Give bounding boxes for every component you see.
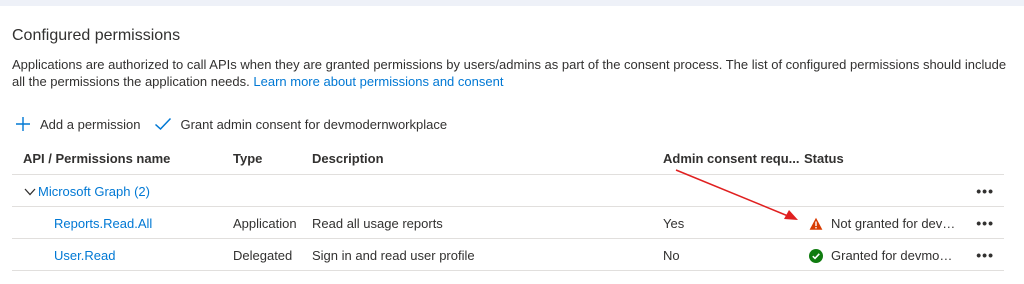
- description-line-1: Applications are authorized to call APIs…: [12, 57, 1007, 72]
- table-header: API / Permissions name Type Description …: [12, 142, 1004, 175]
- header-status[interactable]: Status: [804, 151, 844, 166]
- header-api[interactable]: API / Permissions name: [23, 151, 170, 166]
- status-badge: Granted for devmodern...: [809, 248, 959, 263]
- status-badge: Not granted for devmo...: [809, 216, 959, 231]
- warning-icon: [809, 217, 823, 231]
- group-label[interactable]: Microsoft Graph (2): [38, 184, 150, 199]
- status-text: Not granted for devmo...: [831, 216, 959, 231]
- more-options-icon[interactable]: •••: [976, 183, 994, 199]
- header-type[interactable]: Type: [233, 151, 262, 166]
- grant-admin-consent-button[interactable]: Grant admin consent for devmodernworkpla…: [154, 115, 447, 133]
- permission-description: Read all usage reports: [312, 216, 443, 231]
- checkmark-icon: [154, 115, 172, 133]
- permission-description: Sign in and read user profile: [312, 248, 475, 263]
- plus-icon: [14, 115, 32, 133]
- learn-more-link[interactable]: Learn more about permissions and consent: [253, 74, 503, 89]
- permission-name[interactable]: User.Read: [54, 248, 115, 263]
- permission-name[interactable]: Reports.Read.All: [54, 216, 152, 231]
- admin-consent-required: Yes: [663, 216, 685, 231]
- more-options-icon[interactable]: •••: [976, 215, 994, 231]
- grant-admin-consent-label: Grant admin consent for devmodernworkpla…: [180, 116, 448, 132]
- group-toggle[interactable]: Microsoft Graph (2): [24, 184, 150, 199]
- chevron-down-icon: [24, 187, 36, 197]
- check-circle-icon: [809, 248, 823, 263]
- top-bar: [0, 0, 1024, 6]
- add-permission-label: Add a permission: [40, 116, 141, 132]
- description-line-2: all the permissions the application need…: [12, 74, 250, 89]
- section-title: Configured permissions: [12, 27, 181, 44]
- section-description: Applications are authorized to call APIs…: [12, 56, 1012, 90]
- group-row-microsoft-graph: Microsoft Graph (2) •••: [12, 175, 1004, 207]
- add-permission-button[interactable]: Add a permission: [14, 115, 140, 133]
- toolbar: Add a permission Grant admin consent for…: [14, 114, 461, 134]
- admin-consent-required: No: [663, 248, 680, 263]
- more-options-icon[interactable]: •••: [976, 247, 994, 263]
- permission-type: Delegated: [233, 248, 293, 263]
- table-row: User.Read Delegated Sign in and read use…: [12, 239, 1004, 271]
- permission-type: Application: [233, 216, 297, 231]
- header-admin-consent[interactable]: Admin consent requ...: [663, 151, 800, 166]
- table-row: Reports.Read.All Application Read all us…: [12, 207, 1004, 239]
- status-text: Granted for devmodern...: [831, 248, 959, 263]
- header-description[interactable]: Description: [312, 151, 384, 166]
